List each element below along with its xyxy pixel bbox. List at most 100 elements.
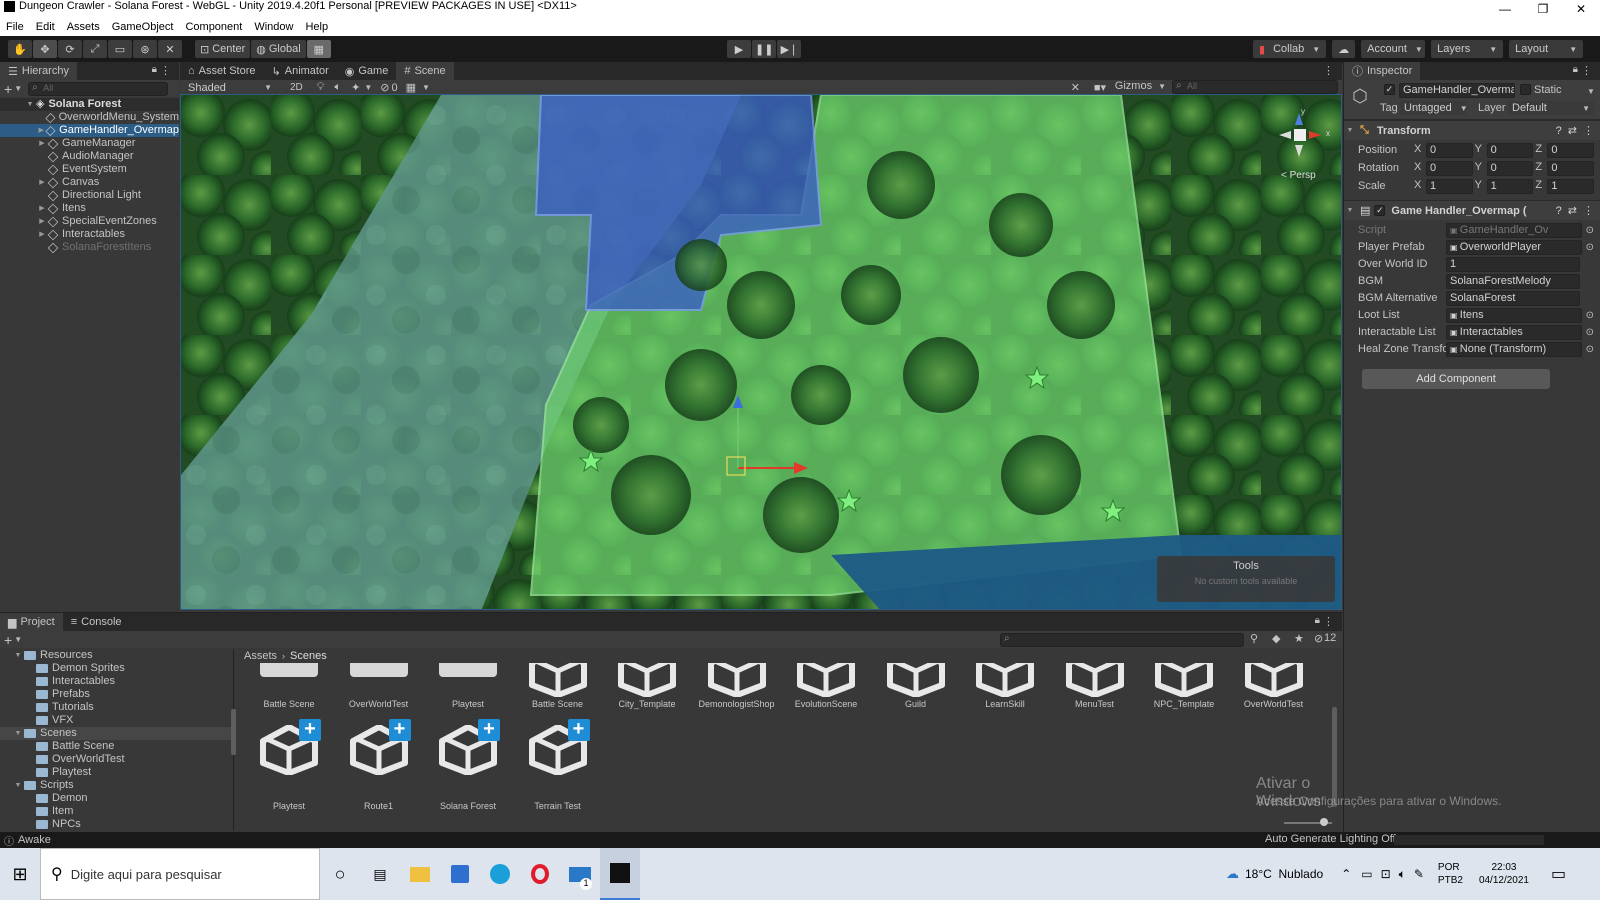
tab-console[interactable]: ≡ Console: [63, 613, 130, 631]
audio-toggle-icon[interactable]: 🔈︎: [335, 81, 342, 94]
rotation-x-field[interactable]: 0: [1426, 160, 1473, 176]
monitor-icon[interactable]: ⊡: [1381, 867, 1391, 881]
hierarchy-item[interactable]: ▶ SpecialEventZones: [0, 215, 179, 228]
field-value[interactable]: SolanaForestMelody: [1446, 273, 1580, 289]
expand-arrow-icon[interactable]: ▼: [12, 779, 24, 792]
custom-tool-icon[interactable]: ✕: [158, 40, 182, 58]
breadcrumb-scenes[interactable]: Scenes: [290, 650, 327, 662]
project-tree-item[interactable]: Tutorials: [0, 701, 233, 714]
pen-icon[interactable]: ✎: [1414, 867, 1424, 881]
component-enabled-checkbox[interactable]: ✓: [1374, 205, 1386, 216]
pivot-center-button[interactable]: ⊡ Center: [195, 40, 251, 58]
weather-text[interactable]: 18°C Nublado: [1245, 867, 1323, 881]
hidden-objects-icon[interactable]: ⊘: [380, 81, 389, 94]
chevron-down-icon[interactable]: ▼: [14, 84, 22, 93]
field-value[interactable]: ▣ None (Transform): [1446, 341, 1582, 357]
rotate-tool-icon[interactable]: ⟳: [58, 40, 82, 58]
project-tree-item[interactable]: Demon: [0, 792, 233, 805]
close-button[interactable]: ✕: [1562, 0, 1600, 19]
tree-scrollbar[interactable]: [231, 649, 239, 831]
kebab-menu-icon[interactable]: ⋮: [160, 64, 171, 77]
layout-dropdown[interactable]: Layout ▼: [1509, 40, 1584, 58]
menu-edit[interactable]: Edit: [30, 19, 61, 36]
zoom-slider-handle[interactable]: [1320, 818, 1328, 826]
project-tree-item[interactable]: OverWorldTest: [0, 753, 233, 766]
kebab-menu-icon[interactable]: ⋮: [1323, 615, 1334, 628]
new-scene-asset[interactable]: + Terrain Test: [513, 719, 603, 811]
scale-y-field[interactable]: 1: [1486, 178, 1534, 194]
menu-file[interactable]: File: [0, 19, 30, 36]
scale-x-field[interactable]: 1: [1426, 178, 1473, 194]
expand-arrow-icon[interactable]: ▼: [12, 649, 24, 662]
scene-viewport[interactable]: y x < Persp Tools No custom tools availa…: [180, 94, 1342, 610]
new-scene-asset[interactable]: + Solana Forest: [423, 719, 513, 811]
tab-asset-store[interactable]: ⌂ Asset Store: [180, 62, 264, 80]
object-picker-icon[interactable]: ⊙: [1586, 327, 1594, 338]
grid-toggle-icon[interactable]: ▦: [406, 81, 416, 94]
menu-assets[interactable]: Assets: [61, 19, 106, 36]
object-picker-icon[interactable]: ⊙: [1586, 344, 1594, 355]
chevron-down-icon[interactable]: ▼: [364, 83, 372, 92]
effects-toggle-icon[interactable]: ✦: [351, 81, 360, 94]
expand-arrow-icon[interactable]: ▼: [1344, 207, 1356, 214]
menu-component[interactable]: Component: [179, 19, 248, 36]
project-tree-item[interactable]: Battle Scene: [0, 740, 233, 753]
field-value[interactable]: 1: [1446, 256, 1580, 272]
field-value[interactable]: ▣ OverworldPlayer: [1446, 239, 1582, 255]
add-component-button[interactable]: Add Component: [1362, 369, 1550, 389]
tab-inspector[interactable]: ⓘ Inspector: [1344, 62, 1421, 80]
layer-dropdown[interactable]: Default ▼: [1508, 101, 1594, 115]
new-scene-asset[interactable]: + Route1: [334, 719, 424, 811]
minimize-button[interactable]: —: [1486, 0, 1524, 19]
tray-chevron-up-icon[interactable]: ⌃: [1341, 867, 1351, 881]
toggle-2d-button[interactable]: 2D: [290, 82, 303, 93]
lighting-status[interactable]: Auto Generate Lighting Off: [1265, 833, 1396, 845]
hierarchy-item[interactable]: ▶ GameHandler_Overmap: [0, 124, 179, 137]
project-tree-item[interactable]: Item: [0, 805, 233, 818]
hierarchy-item[interactable]: SolanaForestItens: [0, 241, 179, 254]
scale-tool-icon[interactable]: ⤢: [83, 40, 107, 58]
project-tree-item[interactable]: ▼ Resources: [0, 649, 233, 662]
grid-snap-icon[interactable]: ▦: [306, 40, 331, 58]
chevron-down-icon[interactable]: ▼: [1587, 87, 1595, 96]
mail-icon[interactable]: 1: [560, 848, 600, 900]
scene-asset[interactable]: DemonologistShop: [692, 663, 782, 709]
create-plus-icon[interactable]: +: [4, 632, 12, 648]
tab-game[interactable]: ◉ Game: [337, 62, 397, 80]
expand-arrow-icon[interactable]: ▼: [1344, 127, 1356, 134]
project-tree-item[interactable]: Prefabs: [0, 688, 233, 701]
taskbar-search-box[interactable]: ⚲ Digite aqui para pesquisar: [40, 848, 320, 900]
preset-icon[interactable]: ⇄: [1568, 124, 1577, 137]
scene-asset[interactable]: EvolutionScene: [781, 663, 871, 709]
opera-icon[interactable]: [520, 848, 560, 900]
hierarchy-item[interactable]: Directional Light: [0, 189, 179, 202]
field-value[interactable]: ▣ Itens: [1446, 307, 1582, 323]
position-x-field[interactable]: 0: [1426, 142, 1473, 158]
rotation-z-field[interactable]: 0: [1547, 160, 1595, 176]
project-tree-item[interactable]: VFX: [0, 714, 233, 727]
kebab-menu-icon[interactable]: ⋮: [1583, 124, 1594, 137]
position-z-field[interactable]: 0: [1547, 142, 1595, 158]
scene-asset[interactable]: NPC_Template: [1139, 663, 1229, 709]
perspective-label[interactable]: < Persp: [1281, 170, 1316, 181]
unity-taskbar-icon[interactable]: [600, 848, 640, 900]
object-picker-icon[interactable]: ⊙: [1586, 242, 1594, 253]
clock[interactable]: 22:03 04/12/2021: [1479, 861, 1529, 887]
kebab-menu-icon[interactable]: ⋮: [1581, 64, 1592, 77]
scene-folder-asset[interactable]: Playtest: [423, 663, 513, 709]
scene-asset[interactable]: MenuTest: [1050, 663, 1140, 709]
task-view-icon[interactable]: ▤: [360, 848, 400, 900]
status-message[interactable]: Awake: [18, 834, 51, 846]
kebab-menu-icon[interactable]: ⋮: [1583, 204, 1594, 217]
project-tree-item[interactable]: Demon Sprites: [0, 662, 233, 675]
edge-icon[interactable]: [480, 848, 520, 900]
kebab-menu-icon[interactable]: ⋮: [1323, 64, 1334, 77]
menu-help[interactable]: Help: [299, 19, 334, 36]
play-button[interactable]: ▶: [727, 40, 751, 58]
create-plus-icon[interactable]: +: [4, 81, 12, 97]
scene-asset[interactable]: OverWorldTest: [1229, 663, 1319, 709]
cloud-button[interactable]: ☁: [1332, 40, 1356, 58]
hidden-packages-icon[interactable]: ⊘: [1314, 632, 1323, 645]
expand-arrow-icon[interactable]: ▼: [24, 98, 36, 111]
space-global-button[interactable]: ◍ Global: [251, 40, 306, 58]
